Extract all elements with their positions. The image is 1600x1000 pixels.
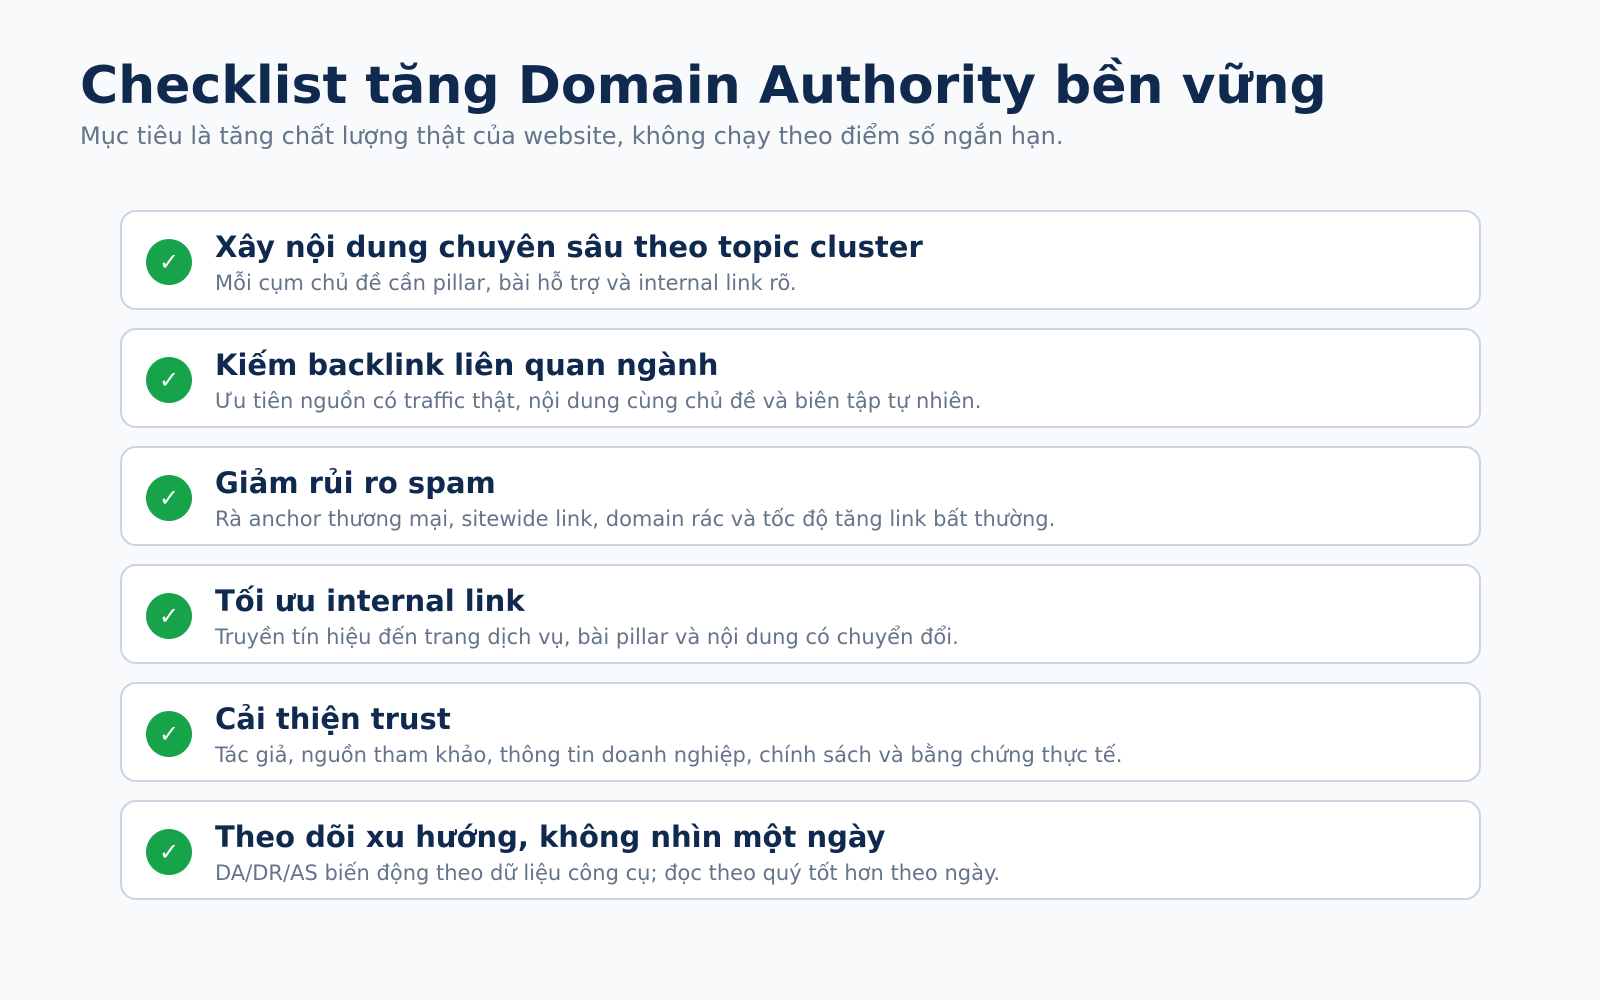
checklist-item: ✓ Theo dõi xu hướng, không nhìn một ngày… [120,800,1481,900]
page-title: Checklist tăng Domain Authority bền vững [80,56,1327,116]
checklist-item: ✓ Kiếm backlink liên quan ngành Ưu tiên … [120,328,1481,428]
checklist-item-title: Cải thiện trust [215,702,451,736]
check-icon: ✓ [146,829,192,875]
check-icon: ✓ [146,239,192,285]
checklist-item-title: Kiếm backlink liên quan ngành [215,348,719,382]
checklist-item: ✓ Xây nội dung chuyên sâu theo topic clu… [120,210,1481,310]
checklist-page: Checklist tăng Domain Authority bền vững… [0,0,1600,1000]
checklist-item: ✓ Giảm rủi ro spam Rà anchor thương mại,… [120,446,1481,546]
checklist-item-description: Mỗi cụm chủ đề cần pillar, bài hỗ trợ và… [215,271,797,295]
page-subtitle: Mục tiêu là tăng chất lượng thật của web… [80,122,1064,150]
page-header: Checklist tăng Domain Authority bền vững… [80,52,1520,152]
checklist-item-description: Ưu tiên nguồn có traffic thật, nội dung … [215,389,982,413]
checklist-item-description: Rà anchor thương mại, sitewide link, dom… [215,507,1056,531]
checklist-item: ✓ Cải thiện trust Tác giả, nguồn tham kh… [120,682,1481,782]
checklist-item-description: Truyền tín hiệu đến trang dịch vụ, bài p… [215,625,959,649]
checklist-item-title: Tối ưu internal link [215,584,525,618]
checklist-item-title: Theo dõi xu hướng, không nhìn một ngày [215,820,886,854]
check-icon: ✓ [146,711,192,757]
checklist-item-title: Xây nội dung chuyên sâu theo topic clust… [215,230,923,264]
check-icon: ✓ [146,475,192,521]
check-icon: ✓ [146,593,192,639]
checklist-item-description: Tác giả, nguồn tham khảo, thông tin doan… [215,743,1123,767]
checklist-item: ✓ Tối ưu internal link Truyền tín hiệu đ… [120,564,1481,664]
checklist-item-description: DA/DR/AS biến động theo dữ liệu công cụ;… [215,861,1001,885]
checklist: ✓ Xây nội dung chuyên sâu theo topic clu… [120,210,1481,918]
checklist-item-title: Giảm rủi ro spam [215,466,496,500]
check-icon: ✓ [146,357,192,403]
